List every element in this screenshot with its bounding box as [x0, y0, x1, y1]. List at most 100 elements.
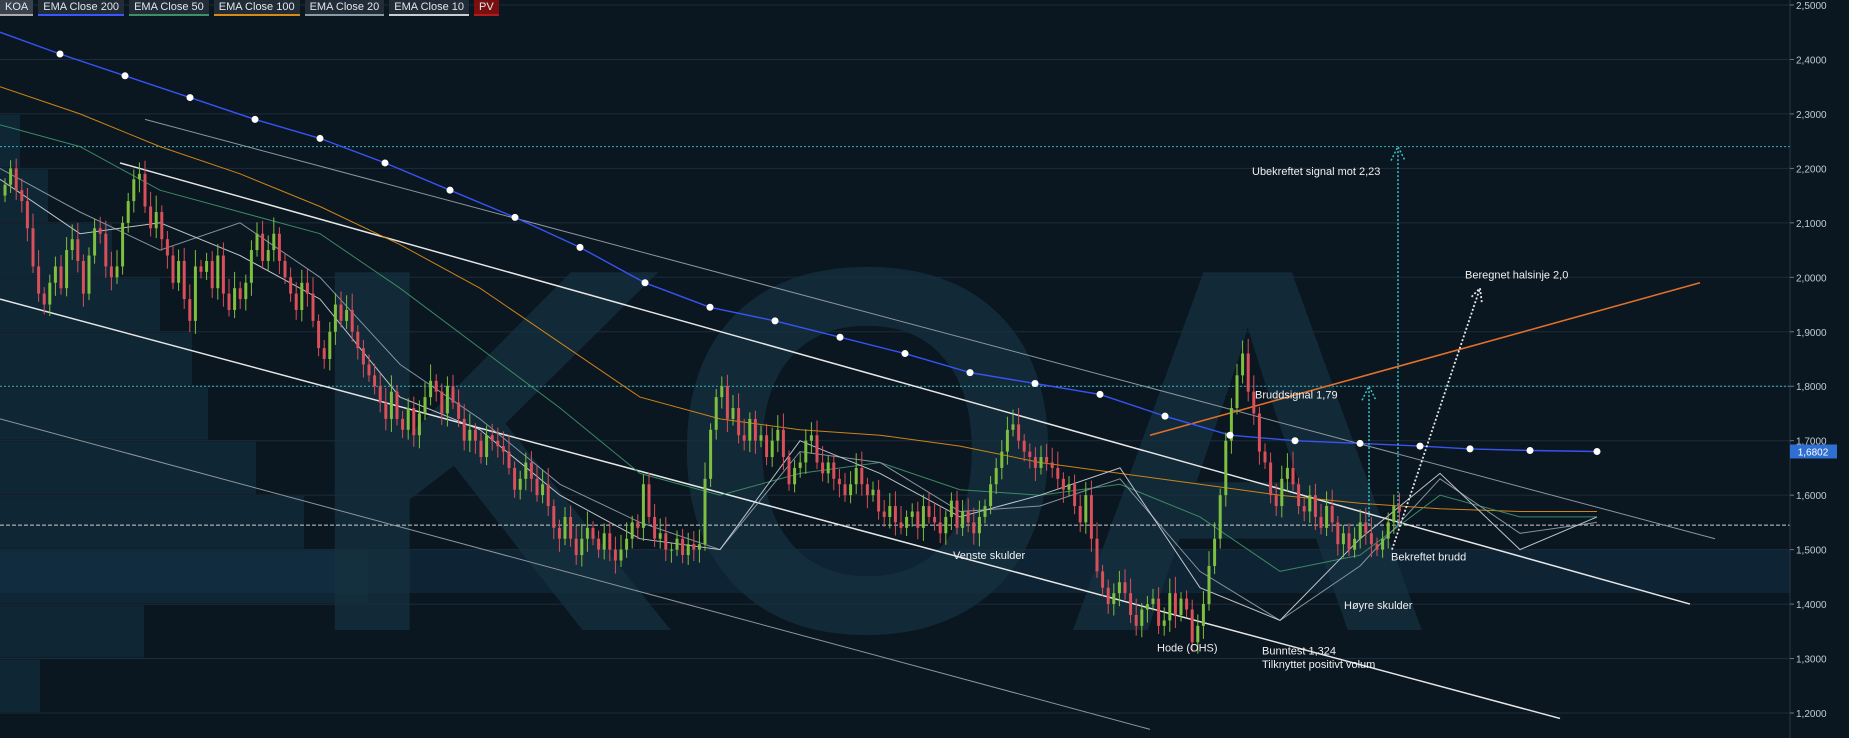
candle-body [1274, 495, 1278, 507]
price-tick-label: 2,4000 [1796, 55, 1827, 66]
candle-body [1017, 424, 1021, 441]
candle-body [1022, 440, 1026, 452]
candle-body [1050, 462, 1054, 468]
candle-body [300, 282, 304, 310]
candle-body [457, 402, 461, 419]
candle-body [210, 260, 214, 289]
candle-body [697, 544, 701, 550]
candle-body [854, 467, 858, 485]
candle-body [182, 260, 186, 300]
candle-body [1224, 440, 1228, 496]
candle-body [619, 549, 623, 561]
annotation-venstre-skulder: Venste skulder [953, 550, 1025, 562]
candle-body [109, 266, 113, 278]
candle-body [927, 506, 931, 517]
current-price-label: 1,6802 [1798, 447, 1829, 458]
candle-body [1000, 451, 1004, 468]
candle-body [1179, 598, 1183, 615]
candle-body [580, 538, 584, 556]
candle-body [1381, 538, 1385, 550]
volume-bar [0, 387, 208, 440]
ema200-dot [641, 279, 649, 287]
candle-body [725, 386, 729, 419]
candle-body [121, 222, 125, 267]
candle-body [339, 304, 343, 321]
candle-body [1095, 538, 1099, 572]
candle-body [664, 533, 668, 550]
legend-item-pv[interactable]: PV [474, 0, 499, 16]
candle-body [1140, 609, 1144, 626]
candle-body [1005, 429, 1009, 452]
candle-body [311, 293, 315, 321]
candle-body [42, 293, 46, 305]
candle-body [333, 304, 337, 332]
price-chart[interactable]: KOA Ubekreftet signal mot 2,23 Beregnet h… [0, 0, 1849, 738]
candle-body [949, 500, 953, 517]
candle-body [647, 484, 651, 517]
price-axis[interactable]: 2,5000 2,4000 2,3000 2,2000 2,1000 2,0000 1,90… [1789, 0, 1849, 738]
legend-item-ema100[interactable]: EMA Close 100 [213, 0, 300, 16]
candle-body [305, 282, 309, 294]
candle-body [1302, 506, 1306, 512]
candle-body [552, 506, 556, 528]
candle-body [76, 239, 80, 261]
candle-body [798, 462, 802, 468]
ema200-dot [381, 159, 389, 167]
candle-body [468, 429, 472, 441]
candle-body [1207, 565, 1211, 605]
candle-body [983, 506, 987, 517]
candle-body [675, 538, 679, 550]
legend-item-ema10[interactable]: EMA Close 10 [389, 0, 469, 16]
candle-body [781, 429, 785, 458]
candle-body [653, 516, 657, 539]
candle-body [384, 402, 388, 419]
annotation-beregnet: Beregnet halsinje 2,0 [1465, 270, 1568, 282]
annotation-tilknyttet: Tilknyttet positivt volum [1262, 659, 1375, 671]
candle-body [1039, 457, 1043, 468]
candle-body [238, 288, 242, 300]
ema200-dot [1466, 445, 1474, 453]
legend-item-ema200[interactable]: EMA Close 200 [38, 0, 125, 16]
candle-body [1123, 582, 1127, 594]
candle-body [809, 435, 813, 441]
candle-body [322, 348, 326, 359]
candle-body [602, 533, 606, 550]
candle-body [1213, 538, 1217, 566]
legend-item-ema20[interactable]: EMA Close 20 [304, 0, 385, 16]
ema200-dot [1593, 447, 1601, 455]
candle-body [59, 266, 63, 289]
candle-body [608, 533, 612, 550]
candle-body [1145, 604, 1149, 610]
candle-body [126, 201, 130, 223]
candle-body [1386, 522, 1390, 539]
candle-body [865, 484, 869, 496]
candle-body [529, 462, 533, 479]
candle-body [574, 538, 578, 556]
ema200-dot [446, 186, 454, 194]
candle-body [1330, 506, 1334, 523]
volume-bar [0, 605, 144, 658]
candle-body [154, 211, 158, 229]
candle-body [1285, 467, 1289, 479]
candle-body [14, 168, 18, 191]
candle-body [70, 239, 74, 251]
candle-body [445, 386, 449, 414]
candle-body [1347, 533, 1351, 550]
candle-body [1313, 495, 1317, 517]
candle-body [1134, 614, 1138, 626]
candle-body [1129, 593, 1133, 615]
candle-body [98, 228, 102, 234]
legend-item-koa[interactable]: KOA [0, 0, 34, 16]
candle-body [53, 266, 57, 283]
candle-body [1269, 462, 1273, 496]
legend-item-ema50[interactable]: EMA Close 50 [129, 0, 209, 16]
candle-body [1033, 457, 1037, 468]
candle-body [989, 484, 993, 507]
annotation-bruddsignal: Bruddsignal 1,79 [1255, 389, 1338, 401]
annotation-ubekreftet: Ubekreftet signal mot 2,23 [1252, 166, 1380, 178]
price-tick-label: 2,0000 [1796, 273, 1827, 284]
ema200-dot [1096, 390, 1104, 398]
candle-body [485, 435, 489, 458]
ema200-dot [1161, 412, 1169, 420]
candle-body [434, 380, 438, 392]
